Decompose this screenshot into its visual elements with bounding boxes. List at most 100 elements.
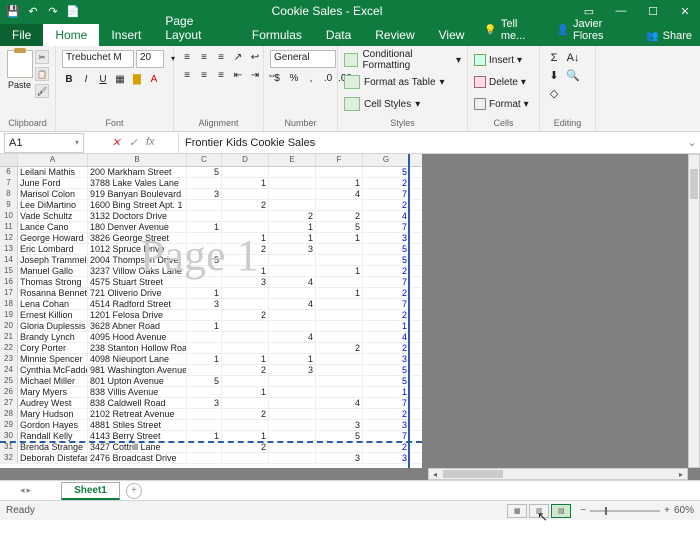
grid[interactable]: A B C D E F G 6Leilani Mathis200 Markham… bbox=[0, 154, 422, 468]
cell[interactable]: 1 bbox=[316, 288, 363, 298]
row-header[interactable]: 14 bbox=[0, 255, 18, 265]
sort-filter-icon[interactable]: A↓ bbox=[565, 50, 581, 65]
row-header[interactable]: 13 bbox=[0, 244, 18, 254]
tab-insert[interactable]: Insert bbox=[99, 24, 153, 46]
conditional-formatting-button[interactable]: Conditional Formatting ▾ bbox=[344, 50, 461, 70]
cell[interactable]: Vade Schultz bbox=[18, 211, 88, 221]
zoom-in-icon[interactable]: + bbox=[664, 505, 670, 516]
table-row[interactable]: 31Brenda Strange3427 Cottrill Lane22 bbox=[0, 442, 422, 453]
cell[interactable]: 3 bbox=[363, 453, 410, 463]
cell[interactable] bbox=[187, 365, 222, 375]
cell[interactable] bbox=[316, 332, 363, 342]
table-row[interactable]: 28Mary Hudson2102 Retreat Avenue22 bbox=[0, 409, 422, 420]
row-header[interactable]: 22 bbox=[0, 343, 18, 353]
cell[interactable]: 4 bbox=[363, 211, 410, 221]
fill-color-button[interactable]: ▇ bbox=[130, 72, 144, 87]
table-row[interactable]: 15Manuel Gallo3237 Villow Oaks Lane112 bbox=[0, 266, 422, 277]
cell[interactable] bbox=[316, 244, 363, 254]
cell[interactable]: Mary Hudson bbox=[18, 409, 88, 419]
zoom-level[interactable]: 60% bbox=[674, 505, 694, 516]
cell[interactable]: 5 bbox=[316, 431, 363, 441]
cell[interactable] bbox=[269, 343, 316, 353]
comma-icon[interactable]: , bbox=[304, 71, 318, 86]
table-row[interactable]: 21Brandy Lynch4095 Hood Avenue44 bbox=[0, 332, 422, 343]
sheet-tab[interactable]: Sheet1 bbox=[61, 482, 120, 500]
cell[interactable]: 2 bbox=[363, 409, 410, 419]
table-row[interactable]: 27Audrey West838 Caldwell Road347 bbox=[0, 398, 422, 409]
find-select-icon[interactable]: 🔍 bbox=[565, 68, 581, 83]
row-header[interactable]: 10 bbox=[0, 211, 18, 221]
cell[interactable] bbox=[316, 321, 363, 331]
cell[interactable]: 3 bbox=[269, 365, 316, 375]
cell[interactable]: Mary Myers bbox=[18, 387, 88, 397]
format-as-table-button[interactable]: Format as Table ▾ bbox=[344, 72, 445, 92]
cell[interactable] bbox=[187, 387, 222, 397]
cell[interactable]: 2 bbox=[363, 288, 410, 298]
cell[interactable]: 2 bbox=[363, 442, 410, 452]
cell[interactable] bbox=[269, 420, 316, 430]
cell[interactable]: 2102 Retreat Avenue bbox=[88, 409, 187, 419]
cell[interactable]: Audrey West bbox=[18, 398, 88, 408]
cell[interactable]: Brenda Strange bbox=[18, 442, 88, 452]
cell[interactable]: June Ford bbox=[18, 178, 88, 188]
row-header[interactable]: 21 bbox=[0, 332, 18, 342]
cell[interactable]: Minnie Spencer bbox=[18, 354, 88, 364]
cell[interactable]: 2476 Broadcast Drive bbox=[88, 453, 187, 463]
cell[interactable]: Cynthia McFadden bbox=[18, 365, 88, 375]
cell[interactable] bbox=[222, 211, 269, 221]
increase-indent-icon[interactable]: ⇥ bbox=[248, 68, 262, 83]
align-left-icon[interactable]: ≡ bbox=[180, 68, 194, 83]
expand-formula-bar-icon[interactable]: ⌄ bbox=[684, 136, 700, 149]
cell[interactable]: Lee DiMartino bbox=[18, 200, 88, 210]
cell[interactable] bbox=[187, 442, 222, 452]
column-headers[interactable]: A B C D E F G bbox=[0, 154, 422, 167]
align-top-icon[interactable]: ≡ bbox=[180, 50, 194, 65]
table-row[interactable]: 24Cynthia McFadden981 Washington Avenue2… bbox=[0, 365, 422, 376]
cell[interactable]: Eric Lombard bbox=[18, 244, 88, 254]
clear-icon[interactable]: ◇ bbox=[546, 86, 562, 101]
underline-button[interactable]: U bbox=[96, 72, 110, 87]
page-layout-view-button[interactable]: ▥ bbox=[529, 504, 549, 518]
cell[interactable] bbox=[269, 321, 316, 331]
row-header[interactable]: 25 bbox=[0, 376, 18, 386]
table-row[interactable]: 8Marisol Colon919 Banyan Boulevard347 bbox=[0, 189, 422, 200]
add-sheet-button[interactable]: + bbox=[126, 483, 142, 499]
cell[interactable]: 1 bbox=[316, 178, 363, 188]
cell[interactable]: 1 bbox=[316, 266, 363, 276]
cell[interactable]: Lance Cano bbox=[18, 222, 88, 232]
tab-home[interactable]: Home bbox=[43, 24, 99, 46]
page-break-preview-button[interactable]: ▤ bbox=[551, 504, 571, 518]
scroll-thumb[interactable] bbox=[443, 470, 503, 478]
cell[interactable]: 3788 Lake Vales Lane bbox=[88, 178, 187, 188]
cell[interactable]: 1 bbox=[187, 431, 222, 441]
cell[interactable] bbox=[187, 453, 222, 463]
tab-page-layout[interactable]: Page Layout bbox=[153, 10, 240, 46]
table-row[interactable]: 16Thomas Strong4575 Stuart Street347 bbox=[0, 277, 422, 288]
row-header[interactable]: 27 bbox=[0, 398, 18, 408]
cell[interactable]: 2 bbox=[363, 266, 410, 276]
zoom-slider[interactable] bbox=[590, 510, 660, 512]
cell[interactable]: 2 bbox=[316, 343, 363, 353]
cell[interactable] bbox=[222, 222, 269, 232]
cell[interactable]: Manuel Gallo bbox=[18, 266, 88, 276]
cell[interactable] bbox=[222, 321, 269, 331]
new-file-icon[interactable]: 📄 bbox=[66, 4, 80, 18]
name-box[interactable]: A1 bbox=[4, 133, 84, 153]
cell[interactable]: 5 bbox=[187, 255, 222, 265]
cell[interactable]: 838 Villis Avenue bbox=[88, 387, 187, 397]
cell[interactable]: Michael Miller bbox=[18, 376, 88, 386]
tab-file[interactable]: File bbox=[0, 24, 43, 46]
cell[interactable] bbox=[316, 365, 363, 375]
cell[interactable] bbox=[187, 178, 222, 188]
cell[interactable] bbox=[269, 376, 316, 386]
cell[interactable]: Ernest Killion bbox=[18, 310, 88, 320]
row-header[interactable]: 32 bbox=[0, 453, 18, 463]
cell[interactable]: Thomas Strong bbox=[18, 277, 88, 287]
table-row[interactable]: 13Eric Lombard1012 Spruce Drive235 bbox=[0, 244, 422, 255]
cell[interactable]: 1600 Bing Street Apt. 1 bbox=[88, 200, 187, 210]
increase-decimal-icon[interactable]: .0 bbox=[321, 71, 335, 86]
cell[interactable]: 1012 Spruce Drive bbox=[88, 244, 187, 254]
cell[interactable] bbox=[222, 189, 269, 199]
cell[interactable]: 238 Stanton Hollow Road bbox=[88, 343, 187, 353]
cell[interactable]: Gloria Duplessis bbox=[18, 321, 88, 331]
